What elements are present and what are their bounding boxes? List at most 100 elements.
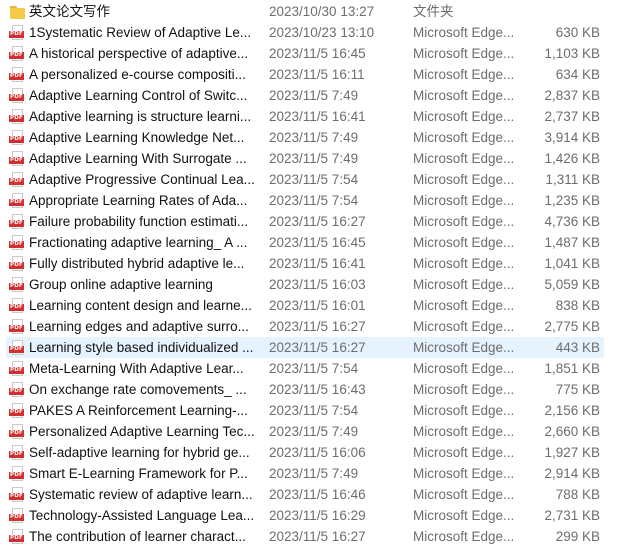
file-row[interactable]: PDF Learning style based individualized .…	[6, 337, 604, 358]
modified-date: 2023/11/5 7:49	[269, 130, 359, 145]
file-name[interactable]: Learning style based individualized ...	[29, 337, 259, 358]
modified-date: 2023/11/5 16:11	[269, 67, 365, 82]
pdf-icon: PDF	[9, 361, 26, 377]
file-row[interactable]: PDF A historical perspective of adaptive.…	[6, 43, 604, 64]
file-name[interactable]: Adaptive Learning Control of Switc...	[29, 85, 259, 106]
pdf-icon: PDF	[9, 256, 26, 272]
file-name[interactable]: Meta-Learning With Adaptive Lear...	[29, 358, 259, 379]
pdf-shape: PDF	[9, 319, 25, 335]
file-size: 5,059 KB	[544, 277, 600, 292]
pdf-shape: PDF	[9, 424, 25, 440]
file-name[interactable]: Fractionating adaptive learning_ A ...	[29, 232, 259, 253]
file-row[interactable]: PDF Group online adaptive learning 2023/11…	[6, 274, 604, 295]
pdf-shape: PDF	[9, 508, 25, 524]
file-row[interactable]: PDF The contribution of learner charact..…	[6, 526, 604, 547]
file-name[interactable]: Systematic review of adaptive learn...	[29, 484, 259, 505]
file-name[interactable]: On exchange rate comovements_ ...	[29, 379, 259, 400]
file-name[interactable]: 1Systematic Review of Adaptive Le...	[29, 22, 259, 43]
modified-date: 2023/11/5 16:27	[269, 319, 366, 334]
pdf-tag: PDF	[9, 241, 24, 248]
file-type: Microsoft Edge...	[413, 445, 515, 460]
file-row[interactable]: PDF 1Systematic Review of Adaptive Le... 2…	[6, 22, 604, 43]
pdf-shape: PDF	[9, 277, 25, 293]
file-name[interactable]: Adaptive Progressive Continual Lea...	[29, 169, 259, 190]
file-type: Microsoft Edge...	[413, 529, 515, 544]
pdf-shape: PDF	[9, 235, 25, 251]
file-name[interactable]: Failure probability function estimati...	[29, 211, 259, 232]
file-name[interactable]: Self-adaptive learning for hybrid ge...	[29, 442, 259, 463]
modified-date: 2023/11/5 16:03	[269, 277, 366, 292]
file-type: Microsoft Edge...	[413, 319, 515, 334]
file-name[interactable]: Learning content design and learne...	[29, 295, 259, 316]
pdf-shape: PDF	[9, 88, 25, 104]
file-row[interactable]: PDF A personalized e-course compositi... 2…	[6, 64, 604, 85]
file-name[interactable]: Personalized Adaptive Learning Tec...	[29, 421, 259, 442]
modified-date: 2023/11/5 16:01	[269, 298, 366, 313]
file-size: 1,851 KB	[544, 361, 600, 376]
file-row[interactable]: PDF Adaptive Learning Control of Switc...…	[6, 85, 604, 106]
file-type: Microsoft Edge...	[413, 46, 515, 61]
file-row[interactable]: PDF Personalized Adaptive Learning Tec...…	[6, 421, 604, 442]
pdf-tag: PDF	[9, 409, 24, 416]
pdf-tag: PDF	[9, 514, 24, 521]
file-size: 630 KB	[555, 25, 600, 40]
pdf-icon: PDF	[9, 109, 26, 125]
file-row[interactable]: PDF Fully distributed hybrid adaptive le.…	[6, 253, 604, 274]
modified-date: 2023/11/5 7:54	[269, 193, 359, 208]
file-type: Microsoft Edge...	[413, 25, 515, 40]
file-name[interactable]: The contribution of learner charact...	[29, 526, 259, 547]
file-row[interactable]: PDF Failure probability function estimati…	[6, 211, 604, 232]
folder-row[interactable]: 英文论文写作 2023/10/30 13:27 文件夹	[6, 1, 604, 22]
file-row[interactable]: PDF Learning edges and adaptive surro... 2…	[6, 316, 604, 337]
file-row[interactable]: PDF On exchange rate comovements_ ... 2023…	[6, 379, 604, 400]
file-name[interactable]: Group online adaptive learning	[29, 274, 259, 295]
file-type: Microsoft Edge...	[413, 172, 515, 187]
file-name[interactable]: Appropriate Learning Rates of Ada...	[29, 190, 259, 211]
file-name[interactable]: PAKES A Reinforcement Learning-...	[29, 400, 259, 421]
pdf-shape: PDF	[9, 487, 25, 503]
file-row[interactable]: PDF PAKES A Reinforcement Learning-... 202…	[6, 400, 604, 421]
pdf-icon: PDF	[9, 88, 26, 104]
modified-date: 2023/11/5 7:49	[269, 88, 359, 103]
pdf-tag: PDF	[9, 472, 24, 479]
modified-date: 2023/11/5 7:49	[269, 424, 359, 439]
file-type: Microsoft Edge...	[413, 193, 515, 208]
file-name[interactable]: A personalized e-course compositi...	[29, 64, 259, 85]
file-size: 2,731 KB	[544, 508, 600, 523]
file-row[interactable]: PDF Systematic review of adaptive learn..…	[6, 484, 604, 505]
pdf-tag: PDF	[9, 115, 24, 122]
file-name[interactable]: Adaptive Learning Knowledge Net...	[29, 127, 259, 148]
file-name[interactable]: Technology-Assisted Language Lea...	[29, 505, 259, 526]
file-name[interactable]: Smart E-Learning Framework for P...	[29, 463, 259, 484]
file-row[interactable]: PDF Adaptive learning is structure learni…	[6, 106, 604, 127]
pdf-icon: PDF	[9, 193, 26, 209]
pdf-icon: PDF	[9, 382, 26, 398]
pdf-tag: PDF	[9, 430, 24, 437]
file-name[interactable]: Fully distributed hybrid adaptive le...	[29, 253, 259, 274]
file-name[interactable]: Adaptive Learning With Surrogate ...	[29, 148, 259, 169]
pdf-shape: PDF	[9, 403, 25, 419]
file-name[interactable]: A historical perspective of adaptive...	[29, 43, 259, 64]
pdf-shape: PDF	[9, 445, 25, 461]
file-row[interactable]: PDF Adaptive Learning Knowledge Net... 202…	[6, 127, 604, 148]
file-row[interactable]: PDF Meta-Learning With Adaptive Lear... 20…	[6, 358, 604, 379]
pdf-shape: PDF	[9, 361, 25, 377]
file-row[interactable]: PDF Smart E-Learning Framework for P... 20…	[6, 463, 604, 484]
file-row[interactable]: PDF Technology-Assisted Language Lea... 20…	[6, 505, 604, 526]
file-name[interactable]: Learning edges and adaptive surro...	[29, 316, 259, 337]
file-row[interactable]: PDF Adaptive Progressive Continual Lea...…	[6, 169, 604, 190]
file-name[interactable]: Adaptive learning is structure learni...	[29, 106, 259, 127]
file-row[interactable]: PDF Fractionating adaptive learning_ A ..…	[6, 232, 604, 253]
file-row[interactable]: PDF Adaptive Learning With Surrogate ... 2…	[6, 148, 604, 169]
file-row[interactable]: PDF Self-adaptive learning for hybrid ge.…	[6, 442, 604, 463]
pdf-icon: PDF	[9, 508, 26, 524]
file-row[interactable]: PDF Learning content design and learne...…	[6, 295, 604, 316]
file-row[interactable]: PDF Appropriate Learning Rates of Ada... 2…	[6, 190, 604, 211]
pdf-icon: PDF	[9, 298, 26, 314]
modified-date: 2023/11/5 16:27	[269, 529, 366, 544]
pdf-icon: PDF	[9, 403, 26, 419]
pdf-shape: PDF	[9, 298, 25, 314]
file-name[interactable]: 英文论文写作	[29, 1, 259, 22]
pdf-tag: PDF	[9, 304, 24, 311]
file-size: 838 KB	[555, 298, 600, 313]
